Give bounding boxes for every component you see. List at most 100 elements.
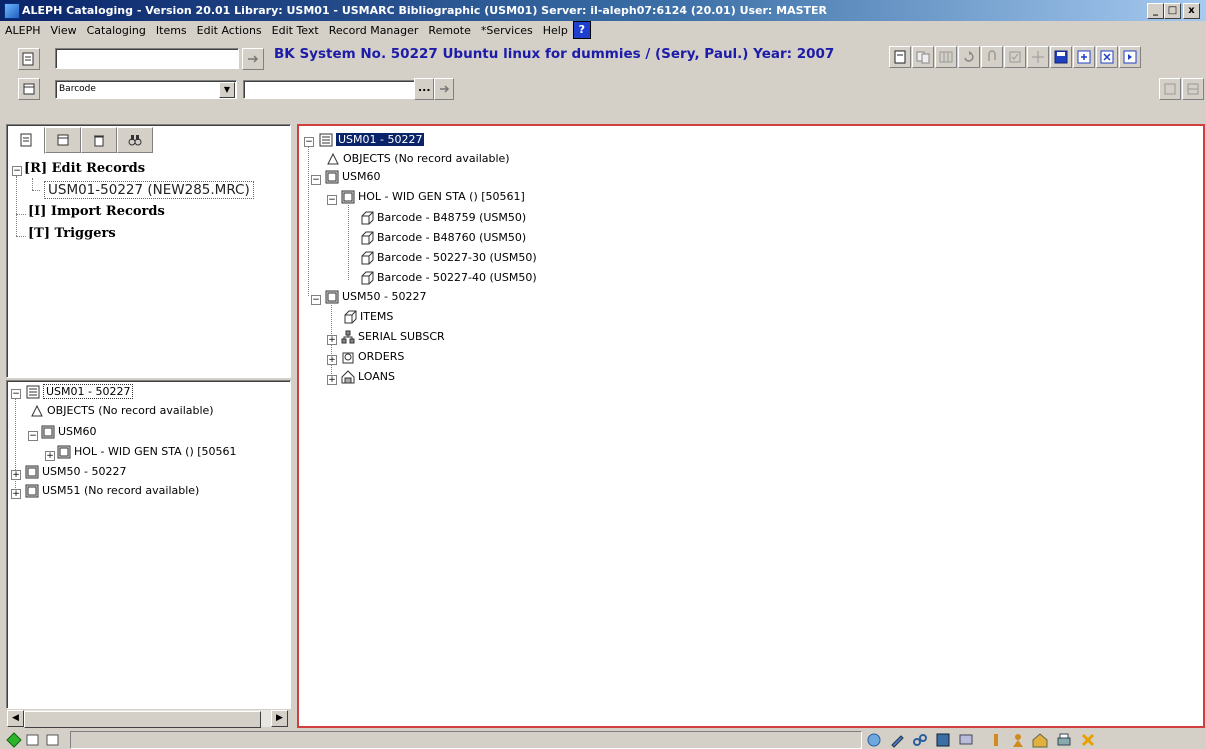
- menu-services[interactable]: *Services: [476, 22, 538, 37]
- holdings-icon: [41, 425, 55, 439]
- tree-node-usm50[interactable]: USM50 - 50227: [25, 465, 126, 479]
- tree-connector: [16, 236, 26, 237]
- info-icon[interactable]: [988, 732, 1004, 748]
- collapse-toggle[interactable]: −: [304, 137, 314, 147]
- navigation-toggle-button[interactable]: [18, 48, 40, 70]
- menu-cataloging[interactable]: Cataloging: [82, 22, 151, 37]
- search-options-button[interactable]: [18, 78, 40, 100]
- item-icon: [361, 271, 374, 285]
- tree-node-hol[interactable]: HOL - WID GEN STA () [50561: [57, 445, 237, 459]
- pencil-icon[interactable]: [889, 732, 905, 748]
- main-node-items[interactable]: ITEMS: [343, 310, 393, 324]
- expand-toggle[interactable]: +: [327, 375, 337, 385]
- menu-record-manager[interactable]: Record Manager: [324, 22, 424, 37]
- option-button-1[interactable]: [1159, 78, 1181, 100]
- tree-node-usm01[interactable]: USM01 - 50227: [26, 384, 134, 399]
- window-icon[interactable]: [25, 732, 41, 748]
- refresh-button[interactable]: [958, 46, 980, 68]
- check-button[interactable]: [1004, 46, 1026, 68]
- menu-edit-actions[interactable]: Edit Actions: [192, 22, 267, 37]
- collapse-toggle[interactable]: −: [327, 195, 337, 205]
- collapse-toggle[interactable]: −: [311, 175, 321, 185]
- network-icon[interactable]: [935, 732, 951, 748]
- main-node-usm60[interactable]: USM60: [325, 170, 381, 184]
- expand-toggle[interactable]: +: [11, 470, 21, 480]
- main-node-barcode-3[interactable]: Barcode - 50227-30 (USM50): [360, 251, 537, 265]
- go-arrow-button[interactable]: [242, 48, 264, 70]
- expand-toggle[interactable]: +: [11, 489, 21, 499]
- collapse-toggle[interactable]: −: [11, 389, 21, 399]
- tree-node-import-records[interactable]: [I] Import Records: [28, 204, 165, 219]
- save-button[interactable]: [1050, 46, 1072, 68]
- print-icon[interactable]: [1056, 732, 1072, 748]
- next-button[interactable]: [1119, 46, 1141, 68]
- search-go-button[interactable]: [434, 78, 454, 100]
- main-node-usm50[interactable]: USM50 - 50227: [325, 290, 426, 304]
- search-type-select[interactable]: Barcode ▼: [55, 80, 237, 99]
- help-icon[interactable]: ?: [572, 21, 591, 39]
- globe-icon[interactable]: [866, 732, 882, 748]
- search-input[interactable]: [243, 80, 415, 99]
- monitor-icon[interactable]: [958, 732, 974, 748]
- scroll-thumb[interactable]: [24, 711, 261, 728]
- menu-help[interactable]: Help: [538, 22, 573, 37]
- main-node-orders[interactable]: ORDERS: [341, 350, 404, 364]
- save-icon: [1054, 50, 1068, 64]
- tab-trash[interactable]: [81, 127, 117, 153]
- scroll-left-button[interactable]: ◀: [7, 710, 24, 727]
- collapse-toggle[interactable]: −: [28, 431, 38, 441]
- grid-button[interactable]: [935, 46, 957, 68]
- close-record-button[interactable]: [1096, 46, 1118, 68]
- exit-icon[interactable]: [1080, 732, 1096, 748]
- chevron-down-icon[interactable]: ▼: [219, 82, 235, 98]
- expand-toggle[interactable]: +: [45, 451, 55, 461]
- maximize-button[interactable]: □: [1164, 3, 1181, 19]
- tab-search[interactable]: [117, 127, 153, 153]
- expand-toggle[interactable]: +: [327, 355, 337, 365]
- main-node-barcode-1[interactable]: Barcode - B48759 (USM50): [360, 211, 526, 225]
- ellipsis-button[interactable]: ...: [414, 78, 434, 100]
- tree-node-objects[interactable]: OBJECTS (No record available): [30, 404, 214, 418]
- scroll-right-button[interactable]: ▶: [271, 710, 288, 727]
- menu-aleph[interactable]: ALEPH: [0, 22, 46, 37]
- copy-button[interactable]: [912, 46, 934, 68]
- main-node-loans[interactable]: LOANS: [341, 370, 395, 384]
- menu-remote[interactable]: Remote: [423, 22, 475, 37]
- option-button-2[interactable]: [1182, 78, 1204, 100]
- expand-toggle[interactable]: +: [327, 335, 337, 345]
- main-node-hol[interactable]: HOL - WID GEN STA () [50561]: [341, 190, 525, 204]
- attach-button[interactable]: [981, 46, 1003, 68]
- tree-view-icon: [22, 52, 34, 66]
- main-node-barcode-4[interactable]: Barcode - 50227-40 (USM50): [360, 271, 537, 285]
- close-button[interactable]: x: [1183, 3, 1200, 19]
- main-node-serial-subscr[interactable]: SERIAL SUBSCR: [341, 330, 445, 344]
- main-node-usm01[interactable]: USM01 - 50227: [319, 133, 425, 147]
- split-button[interactable]: [1027, 46, 1049, 68]
- node-label: USM50 - 50227: [342, 290, 427, 303]
- document-button[interactable]: [889, 46, 911, 68]
- tree-node-record-file[interactable]: USM01-50227 (NEW285.MRC): [44, 181, 254, 199]
- window-icon-2[interactable]: [45, 732, 61, 748]
- collapse-toggle[interactable]: −: [311, 295, 321, 305]
- person-icon[interactable]: [1010, 732, 1026, 748]
- link-icon[interactable]: [912, 732, 928, 748]
- menu-view[interactable]: View: [46, 22, 82, 37]
- main-node-barcode-2[interactable]: Barcode - B48760 (USM50): [360, 231, 526, 245]
- tab-edit[interactable]: [9, 127, 45, 154]
- tree-node-usm60[interactable]: USM60: [41, 425, 97, 439]
- tree-node-usm51[interactable]: USM51 (No record available): [25, 484, 199, 498]
- home-icon[interactable]: [1032, 732, 1048, 748]
- close-box-icon: [1100, 50, 1114, 64]
- tree-node-triggers[interactable]: [T] Triggers: [28, 226, 116, 241]
- menu-edit-text[interactable]: Edit Text: [267, 22, 324, 37]
- minimize-button[interactable]: _: [1147, 3, 1164, 19]
- main-node-objects[interactable]: OBJECTS (No record available): [326, 152, 510, 166]
- command-input[interactable]: [55, 48, 239, 69]
- menu-items[interactable]: Items: [151, 22, 192, 37]
- tab-windows[interactable]: [45, 127, 81, 153]
- node-label: ORDERS: [358, 350, 405, 363]
- collapse-toggle[interactable]: −: [12, 166, 22, 176]
- tree-node-edit-records[interactable]: [R] Edit Records: [24, 161, 145, 176]
- expand-button[interactable]: [1073, 46, 1095, 68]
- holdings-icon: [57, 445, 71, 459]
